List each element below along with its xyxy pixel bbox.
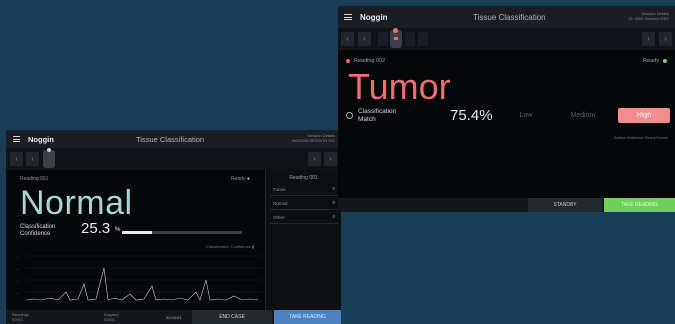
- sidebar-item-other[interactable]: Other 0: [270, 212, 338, 224]
- session-meta: Session Details NOGGIN SESSION 001: [292, 133, 335, 143]
- confidence-label: Classification Confidence: [20, 224, 56, 237]
- reading-sidebar: Reading 001 Tumor 0 Normal 0 Other 0: [265, 170, 341, 310]
- level-medium: Medium: [570, 112, 596, 119]
- right-window: Noggin Tissue Classification Session Det…: [338, 6, 675, 212]
- reading-timeline: ‹ ‹ › ›: [6, 148, 341, 170]
- timeline-marker-dot: [393, 28, 398, 33]
- svg-text:—: —: [16, 279, 19, 283]
- sidebar-header: Reading 001: [289, 175, 318, 181]
- confidence-unit: %: [115, 227, 121, 233]
- reading-label: Reading 002: [354, 58, 386, 64]
- signal-chart: — — — —: [16, 255, 262, 303]
- svg-text:—: —: [16, 267, 19, 271]
- prev-step-button[interactable]: ‹: [26, 152, 39, 166]
- level-low: Low: [519, 112, 533, 119]
- footer-stat-readings: Readings 00001: [12, 312, 29, 322]
- take-reading-button[interactable]: TAKE READING: [604, 198, 675, 212]
- ready-dot: [663, 59, 667, 63]
- take-reading-button[interactable]: TAKE READING: [274, 310, 341, 324]
- confidence-bar-fill: [122, 231, 153, 234]
- standby-button[interactable]: STANDBY: [528, 198, 602, 212]
- prev-button[interactable]: ‹: [341, 32, 354, 46]
- next-button[interactable]: ›: [324, 152, 337, 166]
- left-window: Noggin Tissue Classification Session Det…: [6, 130, 341, 324]
- timeline-slot: [405, 32, 415, 46]
- ready-status: Ready: [643, 58, 659, 64]
- timeline-marker-dot: [47, 148, 51, 152]
- timeline-marker-icon[interactable]: [43, 150, 55, 168]
- reading-label: Reading 001: [20, 176, 49, 182]
- match-label: Classification Match: [358, 108, 397, 123]
- page-title: Tissue Classification: [473, 13, 546, 22]
- next-step-button[interactable]: ›: [642, 32, 655, 46]
- left-top-bar: Noggin Tissue Classification Session Det…: [6, 130, 341, 148]
- right-footer: STANDBY TAKE READING: [338, 198, 675, 212]
- menu-icon[interactable]: [344, 14, 352, 20]
- end-case-button[interactable]: END CASE: [192, 310, 272, 324]
- sidebar-item-normal[interactable]: Normal 0: [270, 198, 338, 210]
- timeline-marker-center: [394, 37, 398, 40]
- reading-timeline: ‹ ‹ › ›: [338, 28, 675, 50]
- reading-status-dot: [346, 59, 350, 63]
- sidebar-item-tumor[interactable]: Tumor 0: [270, 184, 338, 196]
- match-value: 75.4%: [450, 107, 493, 124]
- ready-status: Ready ●: [231, 176, 250, 182]
- svg-text:—: —: [16, 255, 19, 259]
- session-meta: Session Details ID: 0000 Session 0007: [628, 11, 669, 21]
- menu-icon[interactable]: [13, 136, 20, 142]
- confidence-value: 25.3: [81, 220, 111, 237]
- app-brand: Noggin: [28, 135, 54, 144]
- prev-step-button[interactable]: ‹: [358, 32, 371, 46]
- confidence-bar: [122, 231, 242, 234]
- next-button[interactable]: ›: [659, 32, 672, 46]
- chart-legend: Classification Confidence ▮: [206, 244, 255, 249]
- signal-line: [25, 267, 259, 301]
- classification-result: Normal: [20, 184, 133, 222]
- timeline-slot: [418, 32, 428, 46]
- app-brand: Noggin: [360, 13, 388, 22]
- footer-timer: 00:00:01: [166, 315, 182, 320]
- info-icon[interactable]: [346, 112, 353, 119]
- footer-stat-elapsed: Elapsed 00001: [104, 312, 119, 322]
- prev-button[interactable]: ‹: [10, 152, 23, 166]
- next-step-button[interactable]: ›: [308, 152, 321, 166]
- surface-reference-note: Surface Reference: Ready/Normal: [614, 136, 668, 140]
- classification-result: Tumor: [348, 66, 451, 107]
- page-title: Tissue Classification: [136, 135, 205, 144]
- svg-text:—: —: [16, 291, 19, 295]
- right-top-bar: Noggin Tissue Classification Session Det…: [338, 6, 675, 28]
- level-high: High: [618, 108, 670, 123]
- left-footer: Readings 00001 Elapsed 00001 00:00:01 END …: [6, 310, 341, 324]
- timeline-slot: [378, 32, 388, 46]
